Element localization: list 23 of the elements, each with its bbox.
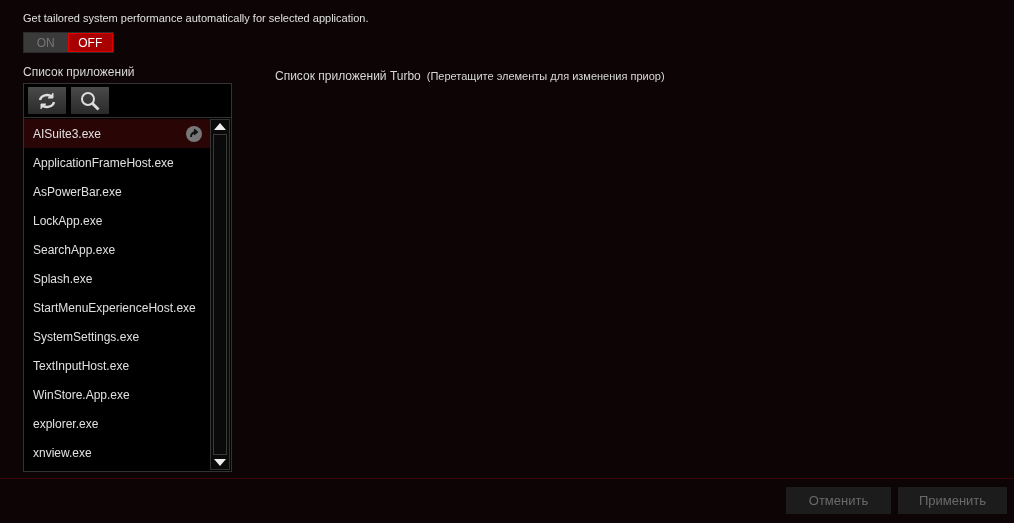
app-list-item[interactable]: ApplicationFrameHost.exe (24, 148, 210, 177)
arrow-circle-icon (186, 125, 202, 142)
description-text: Get tailored system performance automatically for selected application. (23, 11, 370, 25)
app-list-item[interactable]: WinStore.App.exe (24, 380, 210, 409)
app-list-item[interactable]: SystemSettings.exe (24, 322, 210, 351)
app-list-title: Список приложений (23, 65, 136, 79)
refresh-button[interactable] (28, 87, 66, 114)
turbo-list-title: Список приложений Turbo (275, 68, 421, 85)
search-button[interactable] (71, 87, 109, 114)
toggle-option[interactable]: OFF (67, 33, 113, 52)
app-list-item[interactable]: StartMenuExperienceHost.exe (24, 293, 210, 322)
refresh-icon (37, 91, 57, 110)
app-list-item[interactable]: Splash.exe (24, 264, 210, 293)
app-list-item[interactable]: explorer.exe (24, 409, 210, 438)
app-list-item[interactable]: SearchApp.exe (24, 235, 210, 264)
app-list-item[interactable]: AsPowerBar.exe (24, 177, 210, 206)
app-list-item[interactable]: AISuite3.exe (24, 119, 210, 148)
scrollbar[interactable] (210, 119, 230, 470)
app-list-item[interactable]: xnview.exe (24, 438, 210, 467)
app-list-item[interactable]: TextInputHost.exe (24, 351, 210, 380)
turbo-list-hint: (Перетащите элементы для изменения приор) (426, 69, 665, 84)
search-icon (80, 90, 100, 111)
app-list-item[interactable]: LockApp.exe (24, 206, 210, 235)
